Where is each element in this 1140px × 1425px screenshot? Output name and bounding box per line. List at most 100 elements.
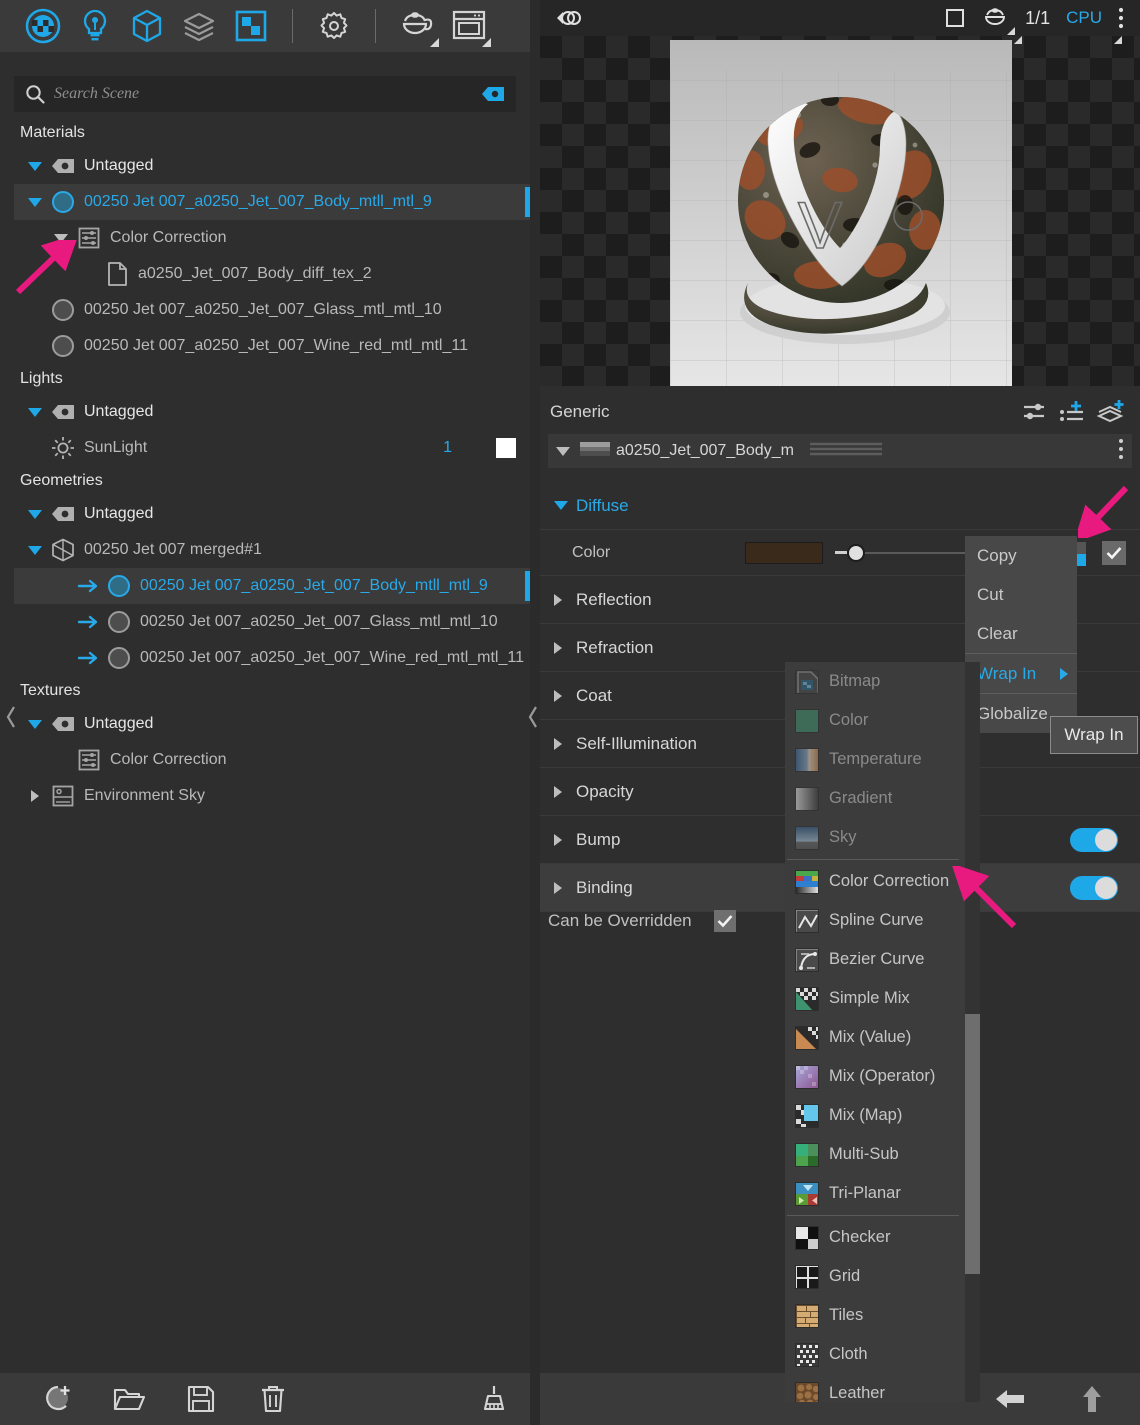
tree-item-row[interactable]: Color Correction <box>14 220 530 256</box>
submenu-item-bezier-curve[interactable]: Bezier Curve <box>785 940 965 979</box>
chevron-down-icon[interactable] <box>22 706 48 742</box>
can-be-overridden-checkbox[interactable] <box>713 910 736 932</box>
add-parameter-icon[interactable] <box>1054 396 1092 428</box>
chevron-right-icon[interactable] <box>554 737 576 750</box>
submenu-scrollbar[interactable] <box>965 662 980 1402</box>
tree-item-row[interactable]: 00250 Jet 007_a0250_Jet_007_Wine_red_mtl… <box>14 328 530 364</box>
chevron-right-icon[interactable] <box>554 641 576 654</box>
chevron-down-icon[interactable] <box>22 532 48 568</box>
render-mode-icon[interactable] <box>548 1 588 35</box>
up-arrow-icon[interactable] <box>1070 1377 1114 1421</box>
chevron-right-icon[interactable] <box>554 593 576 606</box>
submenu-item-cloth[interactable]: Cloth <box>785 1335 965 1374</box>
square-shape-icon[interactable] <box>937 1 973 35</box>
chevron-down-icon[interactable] <box>22 496 48 532</box>
tree-group-tag-row[interactable]: Untagged <box>14 394 530 430</box>
open-folder-icon[interactable] <box>94 1373 166 1425</box>
submenu-item-grid[interactable]: Grid <box>785 1257 965 1296</box>
back-arrow-icon[interactable] <box>988 1377 1032 1421</box>
submenu-item-tiles[interactable]: Tiles <box>785 1296 965 1335</box>
submenu-item-color-correction[interactable]: Color Correction <box>785 862 965 901</box>
submenu-list[interactable]: Bitmap Color Temperature Gradient Sky Color C… <box>785 662 965 1402</box>
textures-tab-icon[interactable] <box>228 4 274 48</box>
chevron-right-icon[interactable] <box>22 778 48 814</box>
purge-broom-icon[interactable] <box>458 1373 530 1425</box>
tree-item-row[interactable]: Color Correction <box>14 742 530 778</box>
teapot-dropdown-triangle[interactable] <box>1007 27 1016 35</box>
dropdown-corner-triangle-2[interactable] <box>482 38 491 47</box>
submenu-item-mix-value[interactable]: Mix (Value) <box>785 1018 965 1057</box>
diffuse-color-swatch[interactable] <box>745 541 823 564</box>
tree-group-tag-row[interactable]: Untagged <box>14 706 530 742</box>
settings-gear-icon[interactable] <box>311 4 357 48</box>
chevron-down-icon[interactable] <box>554 501 576 510</box>
dropdown-corner-triangle[interactable] <box>430 38 439 47</box>
clear-tag-icon[interactable] <box>480 85 506 103</box>
chevron-down-icon[interactable] <box>22 148 48 184</box>
chevron-right-icon[interactable] <box>554 689 576 702</box>
add-material-icon[interactable] <box>22 1373 94 1425</box>
chevron-down-icon[interactable] <box>22 184 48 220</box>
light-color-swatch[interactable] <box>496 438 516 458</box>
render-window-icon[interactable] <box>446 4 492 48</box>
submenu-item-mix-map[interactable]: Mix (Map) <box>785 1096 965 1135</box>
submenu-item-tri-planar[interactable]: Tri-Planar <box>785 1174 965 1213</box>
tree-item-row[interactable]: a0250_Jet_007_Body_diff_tex_2 <box>14 256 530 292</box>
context-menu[interactable]: Copy Cut Clear Wrap In Globalize <box>965 536 1077 733</box>
menu-item-wrap-in[interactable]: Wrap In <box>965 654 1077 693</box>
vertical-dots-icon[interactable] <box>1118 438 1124 465</box>
tree-item-row[interactable]: 00250 Jet 007_a0250_Jet_007_Body_mtll_mt… <box>14 568 530 604</box>
material-node-row[interactable]: a0250_Jet_007_Body_m <box>548 434 1132 468</box>
delete-trash-icon[interactable] <box>237 1373 309 1425</box>
tree-item-row[interactable]: 00250 Jet 007_a0250_Jet_007_Wine_red_mtl… <box>14 640 530 676</box>
lights-tab-icon[interactable] <box>72 4 118 48</box>
submenu-item-checker[interactable]: Checker <box>785 1218 965 1257</box>
chevron-right-icon[interactable] <box>554 881 576 894</box>
section-header-diffuse[interactable]: Diffuse <box>540 482 1140 530</box>
tree-item-row[interactable]: SunLight 1 <box>14 430 530 466</box>
material-preview-viewport[interactable]: V <box>540 36 1140 386</box>
tree-item-row[interactable]: 00250 Jet 007_a0250_Jet_007_Body_mtll_mt… <box>14 184 530 220</box>
chevron-right-icon[interactable] <box>554 785 576 798</box>
materials-tab-icon[interactable] <box>20 4 66 48</box>
search-bar[interactable] <box>14 76 516 112</box>
submenu-item-simple-mix[interactable]: Simple Mix <box>785 979 965 1018</box>
collapse-left-chevron[interactable] <box>2 700 20 734</box>
tree-group-tag-row[interactable]: Untagged <box>14 148 530 184</box>
chevron-down-icon[interactable] <box>48 220 74 256</box>
submenu-item-multi-sub[interactable]: Multi-Sub <box>785 1135 965 1174</box>
submenu-item-mix-operator[interactable]: Mix (Operator) <box>785 1057 965 1096</box>
resolution-ratio-label[interactable]: 1/1 <box>1017 1 1058 35</box>
material-settings-icon[interactable] <box>1016 396 1054 428</box>
viewport-corner-triangle-2[interactable] <box>1114 36 1122 44</box>
save-icon[interactable] <box>165 1373 237 1425</box>
diffuse-enable-checkbox[interactable] <box>1102 541 1126 565</box>
tree-item-row[interactable]: 00250 Jet 007 merged#1 <box>14 532 530 568</box>
teapot-preview-icon[interactable] <box>394 4 440 48</box>
viewport-corner-triangle-1[interactable] <box>1014 36 1022 44</box>
chevron-down-icon[interactable] <box>556 446 570 456</box>
tree-item-row[interactable]: 00250 Jet 007_a0250_Jet_007_Glass_mtl_mt… <box>14 292 530 328</box>
teapot-shape-icon[interactable] <box>973 1 1017 35</box>
submenu-item-spline-curve[interactable]: Spline Curve <box>785 901 965 940</box>
tree-item-row[interactable]: 00250 Jet 007_a0250_Jet_007_Glass_mtl_mt… <box>14 604 530 640</box>
tree-group-tag-row[interactable]: Untagged <box>14 496 530 532</box>
tree-item-row[interactable]: Environment Sky <box>14 778 530 814</box>
geometries-tab-icon[interactable] <box>124 4 170 48</box>
cpu-device-label[interactable]: CPU <box>1058 1 1110 35</box>
menu-item-cut[interactable]: Cut <box>965 575 1077 614</box>
wrap-in-submenu[interactable]: Bitmap Color Temperature Gradient Sky Color C… <box>785 662 980 1402</box>
search-input[interactable] <box>46 85 480 103</box>
add-layer-icon[interactable] <box>1092 396 1130 428</box>
chevron-down-icon[interactable] <box>22 394 48 430</box>
submenu-scrollbar-thumb[interactable] <box>965 1014 980 1274</box>
more-options-icon[interactable] <box>1110 1 1132 35</box>
section-enable-toggle[interactable] <box>1070 876 1118 900</box>
menu-item-clear[interactable]: Clear <box>965 614 1077 653</box>
chevron-right-icon[interactable] <box>554 833 576 846</box>
layers-tab-icon[interactable] <box>176 4 222 48</box>
menu-item-copy[interactable]: Copy <box>965 536 1077 575</box>
scene-tree[interactable]: Materials Untagged 00250 Jet 007_a0250_Jet… <box>14 118 530 1371</box>
submenu-item-leather[interactable]: Leather <box>785 1374 965 1402</box>
section-enable-toggle[interactable] <box>1070 828 1118 852</box>
